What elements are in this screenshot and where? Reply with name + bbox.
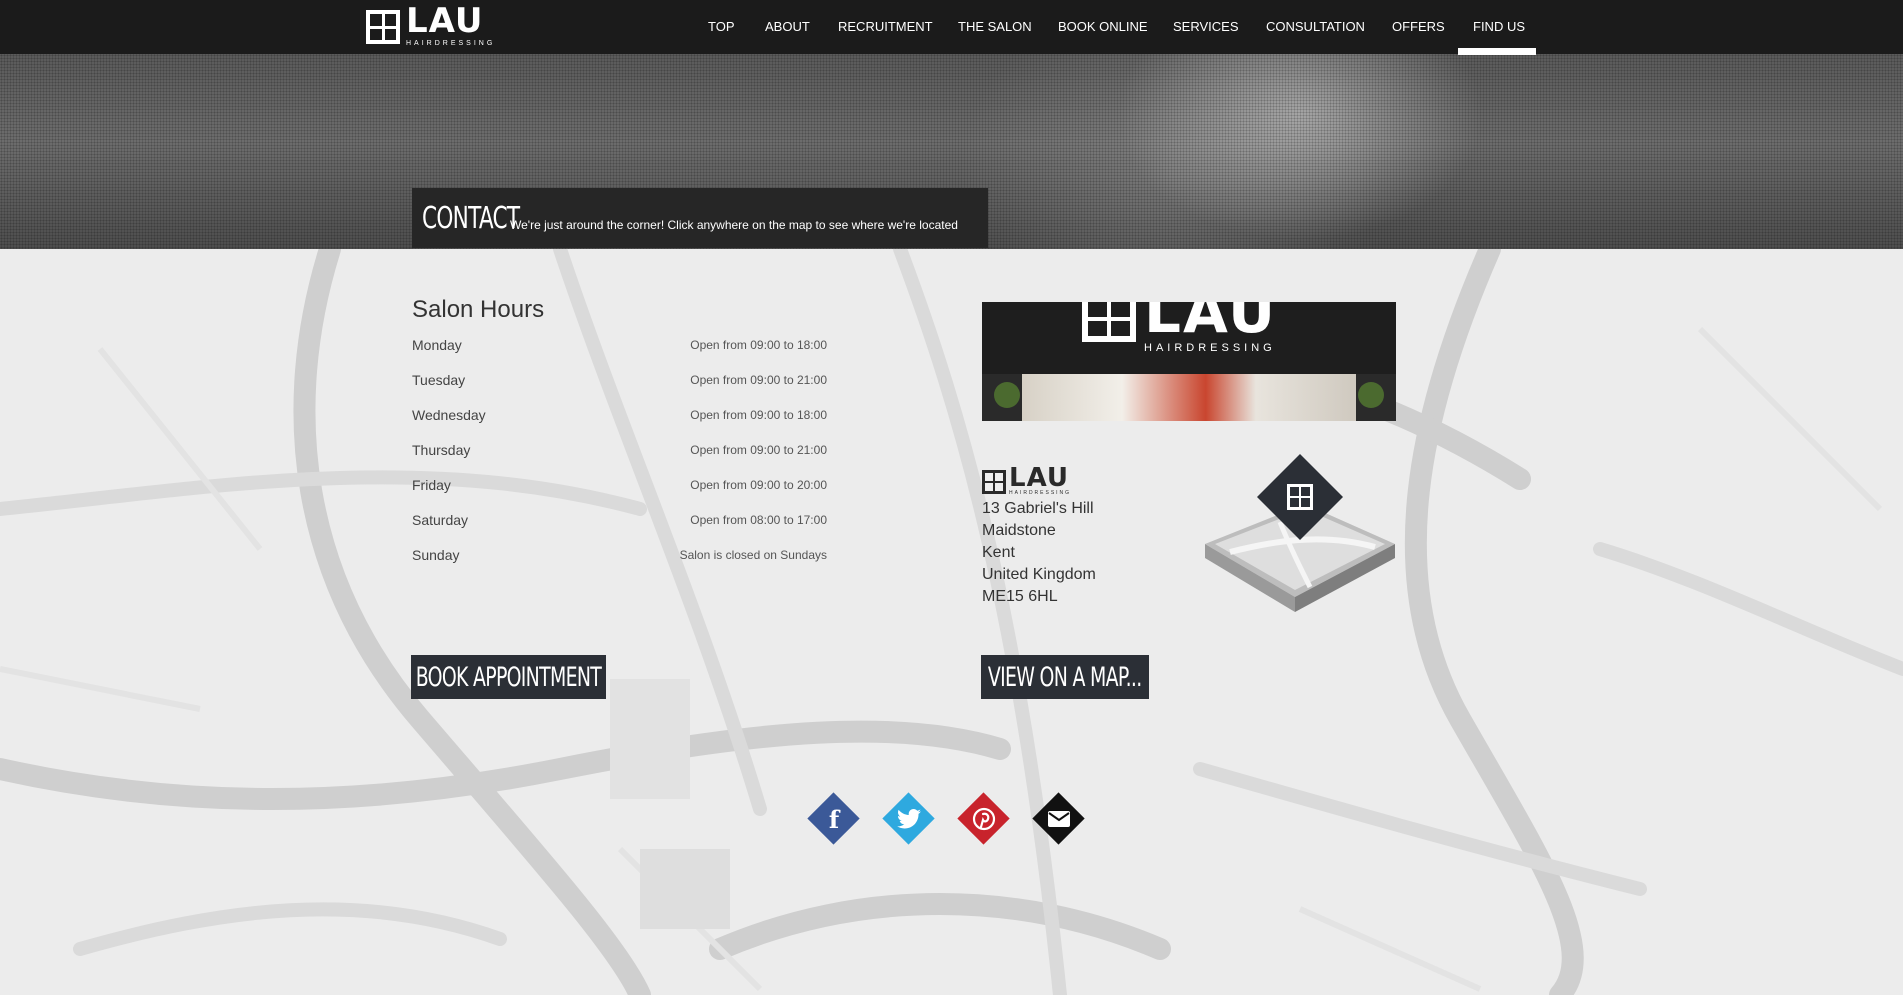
hours-day: Tuesday <box>412 372 466 388</box>
salon-hours-title: Salon Hours <box>412 296 545 323</box>
hours-day: Saturday <box>412 512 469 528</box>
address-wordmark: LAU HAIRDRESSING <box>1009 463 1072 496</box>
storefront-logo-tagline: HAIRDRESSING <box>1144 342 1276 354</box>
pinterest-link[interactable] <box>957 792 1010 845</box>
email-link[interactable] <box>1032 792 1085 845</box>
nav-item-book-online[interactable]: BOOK ONLINE <box>1058 0 1148 54</box>
address-line-country: United Kingdom <box>982 566 1096 583</box>
nav-item-consultation[interactable]: CONSULTATION <box>1266 0 1365 54</box>
book-appointment-button[interactable]: BOOK APPOINTMENT <box>411 655 606 699</box>
hours-day: Monday <box>412 337 462 353</box>
view-on-map-button[interactable]: VIEW ON A MAP... <box>981 655 1149 699</box>
nav-item-recruitment[interactable]: RECRUITMENT <box>838 0 933 54</box>
hours-row-sunday: Sunday Salon is closed on Sundays <box>412 547 827 569</box>
nav-item-top[interactable]: TOP <box>708 0 735 54</box>
nav-active-indicator <box>1458 48 1536 55</box>
hours-time: Open from 09:00 to 21:00 <box>690 373 827 387</box>
site-logo[interactable]: LAU HAIRDRESSING <box>366 4 496 47</box>
contact-title: CONTACT <box>422 200 520 236</box>
contact-header: CONTACT We're just around the corner! Cl… <box>412 188 988 248</box>
nav-item-find-us[interactable]: FIND US <box>1473 0 1525 54</box>
storefront-window <box>1022 374 1356 421</box>
storefront-plant <box>994 382 1020 408</box>
address-seal-icon <box>982 469 1006 494</box>
hours-day: Sunday <box>412 547 460 563</box>
facebook-link[interactable]: f <box>807 792 860 845</box>
top-navigation-bar: LAU HAIRDRESSING TOP ABOUT RECRUITMENT T… <box>0 0 1903 55</box>
hours-row-wednesday: Wednesday Open from 09:00 to 18:00 <box>412 407 827 429</box>
hours-day: Wednesday <box>412 407 486 423</box>
nav-item-about[interactable]: ABOUT <box>765 0 810 54</box>
envelope-glyph <box>1048 811 1070 827</box>
map-roads-graphic <box>0 249 1903 995</box>
address-line-county: Kent <box>982 544 1015 561</box>
hours-time: Salon is closed on Sundays <box>679 548 827 562</box>
storefront-sign: LAU HAIRDRESSING <box>982 302 1396 374</box>
storefront-wordmark: LAU HAIRDRESSING <box>1144 302 1277 354</box>
hours-time: Open from 09:00 to 18:00 <box>690 338 827 352</box>
nav-item-the-salon[interactable]: THE SALON <box>958 0 1032 54</box>
storefront-logo-text: LAU <box>1144 302 1278 346</box>
hours-row-saturday: Saturday Open from 08:00 to 17:00 <box>412 512 827 534</box>
book-appointment-label: BOOK APPOINTMENT <box>415 661 602 693</box>
logo-tagline: HAIRDRESSING <box>406 39 496 47</box>
twitter-bird-glyph <box>897 809 921 829</box>
hours-time: Open from 08:00 to 17:00 <box>690 513 827 527</box>
map-background[interactable] <box>0 249 1903 995</box>
hours-time: Open from 09:00 to 18:00 <box>690 408 827 422</box>
address-logo: LAU HAIRDRESSING <box>982 463 1072 496</box>
facebook-glyph: f <box>828 804 840 834</box>
storefront-seal-icon <box>1082 302 1136 342</box>
twitter-link[interactable] <box>882 792 935 845</box>
address-line-postcode: ME15 6HL <box>982 588 1058 605</box>
hours-day: Thursday <box>412 442 471 458</box>
nav-item-services[interactable]: SERVICES <box>1173 0 1239 54</box>
salon-storefront-photo: LAU HAIRDRESSING <box>982 302 1396 421</box>
hours-row-thursday: Thursday Open from 09:00 to 21:00 <box>412 442 827 464</box>
address-logo-tagline: HAIRDRESSING <box>1009 490 1072 496</box>
hours-row-friday: Friday Open from 09:00 to 20:00 <box>412 477 827 499</box>
hours-time: Open from 09:00 to 21:00 <box>690 443 827 457</box>
storefront-plant <box>1358 382 1384 408</box>
pinterest-glyph <box>972 807 996 831</box>
logo-seal-icon <box>366 10 400 44</box>
storefront-logo: LAU HAIRDRESSING <box>1082 302 1277 354</box>
address-line-town: Maidstone <box>982 522 1056 539</box>
hours-day: Friday <box>412 477 451 493</box>
hours-row-tuesday: Tuesday Open from 09:00 to 21:00 <box>412 372 827 394</box>
logo-text: LAU <box>406 0 484 41</box>
contact-subtitle: We're just around the corner! Click anyw… <box>510 218 958 232</box>
view-on-map-label: VIEW ON A MAP... <box>988 661 1142 693</box>
nav-item-offers[interactable]: OFFERS <box>1392 0 1445 54</box>
hours-time: Open from 09:00 to 20:00 <box>690 478 827 492</box>
map-pin-tile-icon[interactable] <box>1200 452 1400 622</box>
hours-row-monday: Monday Open from 09:00 to 18:00 <box>412 337 827 359</box>
logo-wordmark: LAU HAIRDRESSING <box>406 4 496 47</box>
address-line-street: 13 Gabriel's Hill <box>982 500 1094 517</box>
address-logo-text: LAU <box>1009 463 1070 493</box>
